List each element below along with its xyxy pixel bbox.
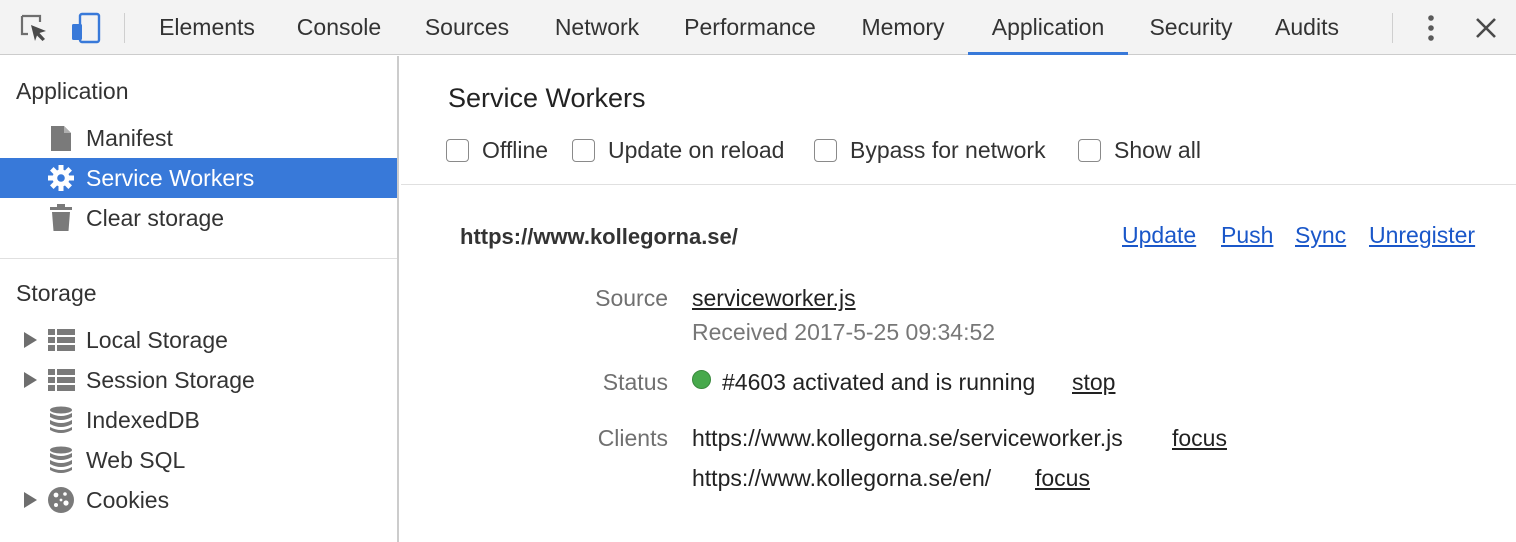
sidebar-item-service-workers[interactable]: Service Workers	[0, 158, 397, 198]
show-all-option[interactable]: Show all	[1078, 135, 1201, 165]
expand-arrow-icon[interactable]	[24, 492, 37, 508]
sidebar-section-storage: Storage	[16, 280, 97, 306]
trash-icon	[46, 204, 76, 232]
status-indicator-icon	[692, 370, 711, 389]
tab-sources[interactable]: Sources	[404, 0, 530, 55]
gear-icon	[46, 164, 76, 192]
tab-application[interactable]: Application	[968, 0, 1128, 55]
push-link[interactable]: Push	[1221, 222, 1273, 249]
panel-divider	[401, 184, 1516, 185]
close-icon[interactable]	[1470, 12, 1502, 44]
bypass-for-network-option[interactable]: Bypass for network	[814, 135, 1046, 165]
sidebar-item-local-storage[interactable]: Local Storage	[0, 320, 397, 360]
database-icon	[46, 446, 76, 474]
source-file-link[interactable]: serviceworker.js	[692, 285, 856, 312]
page-title: Service Workers	[448, 83, 646, 113]
update-on-reload-option[interactable]: Update on reload	[572, 135, 784, 165]
grid-icon	[46, 366, 76, 394]
client-url: https://www.kollegorna.se/serviceworker.…	[692, 425, 1123, 451]
bypass-for-network-label: Bypass for network	[850, 136, 1046, 163]
unregister-link[interactable]: Unregister	[1369, 222, 1475, 249]
sidebar-item-indexeddb[interactable]: IndexedDB	[0, 400, 397, 440]
database-icon	[46, 406, 76, 434]
sidebar-item-cookies[interactable]: Cookies	[0, 480, 397, 520]
grid-icon	[46, 326, 76, 354]
offline-label: Offline	[482, 136, 549, 163]
expand-arrow-icon[interactable]	[24, 332, 37, 348]
client-focus-link[interactable]: focus	[1035, 465, 1090, 492]
update-on-reload-label: Update on reload	[608, 136, 785, 163]
status-text: #4603 activated and is running	[722, 369, 1036, 395]
sidebar-item-session-storage[interactable]: Session Storage	[0, 360, 397, 400]
sidebar-item-label: Clear storage	[86, 205, 225, 231]
vertical-ellipsis-icon[interactable]	[1415, 12, 1447, 44]
sidebar-item-web-sql[interactable]: Web SQL	[0, 440, 397, 480]
service-workers-panel: Service Workers Offline Update on reload…	[401, 56, 1516, 542]
clients-label: Clients	[597, 425, 668, 451]
sidebar-item-clear-storage[interactable]: Clear storage	[0, 198, 397, 238]
tab-network[interactable]: Network	[536, 0, 658, 55]
tab-security[interactable]: Security	[1132, 0, 1250, 55]
bypass-for-network-checkbox[interactable]	[814, 138, 837, 162]
sidebar-section-application: Application	[16, 78, 129, 104]
tab-elements[interactable]: Elements	[140, 0, 274, 55]
status-label: Status	[602, 369, 668, 395]
client-focus-link[interactable]: focus	[1172, 425, 1227, 452]
show-all-checkbox[interactable]	[1078, 138, 1101, 162]
source-label: Source	[595, 285, 668, 311]
sidebar-item-label: Session Storage	[86, 367, 255, 393]
cookie-icon	[46, 486, 76, 514]
sidebar-item-label: Web SQL	[86, 447, 186, 473]
worker-origin: https://www.kollegorna.se/	[460, 224, 738, 249]
file-icon	[46, 124, 76, 152]
toolbar-separator	[1392, 13, 1393, 43]
sidebar-item-label: Cookies	[86, 487, 170, 513]
sidebar-item-label: Local Storage	[86, 327, 228, 353]
inspect-cursor-icon[interactable]	[18, 12, 50, 44]
client-url: https://www.kollegorna.se/en/	[692, 465, 992, 491]
tab-audits[interactable]: Audits	[1256, 0, 1358, 55]
toolbar-separator	[124, 13, 125, 43]
sidebar-item-label: Service Workers	[86, 165, 255, 191]
update-link[interactable]: Update	[1122, 222, 1196, 249]
sidebar-item-label: IndexedDB	[86, 407, 200, 433]
sidebar-item-label: Manifest	[86, 125, 173, 151]
offline-checkbox[interactable]	[446, 138, 469, 162]
sidebar-divider	[0, 258, 397, 259]
devtools-toolbar: Elements Console Sources Network Perform…	[0, 0, 1516, 55]
stop-link[interactable]: stop	[1072, 369, 1115, 396]
sync-link[interactable]: Sync	[1295, 222, 1346, 249]
tab-performance[interactable]: Performance	[664, 0, 836, 55]
offline-option[interactable]: Offline	[446, 135, 548, 165]
received-timestamp: Received 2017-5-25 09:34:52	[692, 319, 996, 345]
expand-arrow-icon[interactable]	[24, 372, 37, 388]
tab-console[interactable]: Console	[280, 0, 398, 55]
device-toggle-icon[interactable]	[70, 12, 102, 44]
sidebar: Application Manifest Service Workers Cle…	[0, 56, 399, 542]
sidebar-item-manifest[interactable]: Manifest	[0, 118, 397, 158]
update-on-reload-checkbox[interactable]	[572, 138, 595, 162]
tab-memory[interactable]: Memory	[842, 0, 964, 55]
show-all-label: Show all	[1114, 136, 1201, 163]
